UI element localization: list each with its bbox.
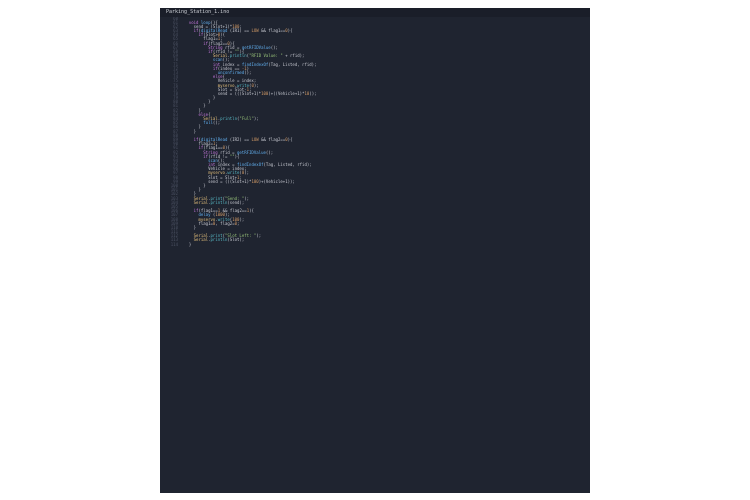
tab-bar: Parking_Station_1.ino (160, 8, 590, 17)
line-text: Serial.println(Slot); (184, 238, 244, 242)
line-text: Serial.println(send); (184, 201, 244, 205)
file-tab[interactable]: Parking_Station_1.ino (166, 8, 229, 17)
code-editor[interactable]: Parking_Station_1.ino 6061 void loop(){6… (160, 8, 590, 493)
code-line[interactable]: 114 } (160, 243, 590, 247)
line-text: } (184, 243, 191, 247)
line-text: } (184, 226, 196, 230)
line-text: } (184, 130, 196, 134)
app-frame: Parking_Station_1.ino 6061 void loop(){6… (0, 0, 750, 500)
code-area[interactable]: 6061 void loop(){62 send = (Slot+1)*100;… (160, 17, 590, 493)
line-number: 114 (160, 243, 184, 247)
